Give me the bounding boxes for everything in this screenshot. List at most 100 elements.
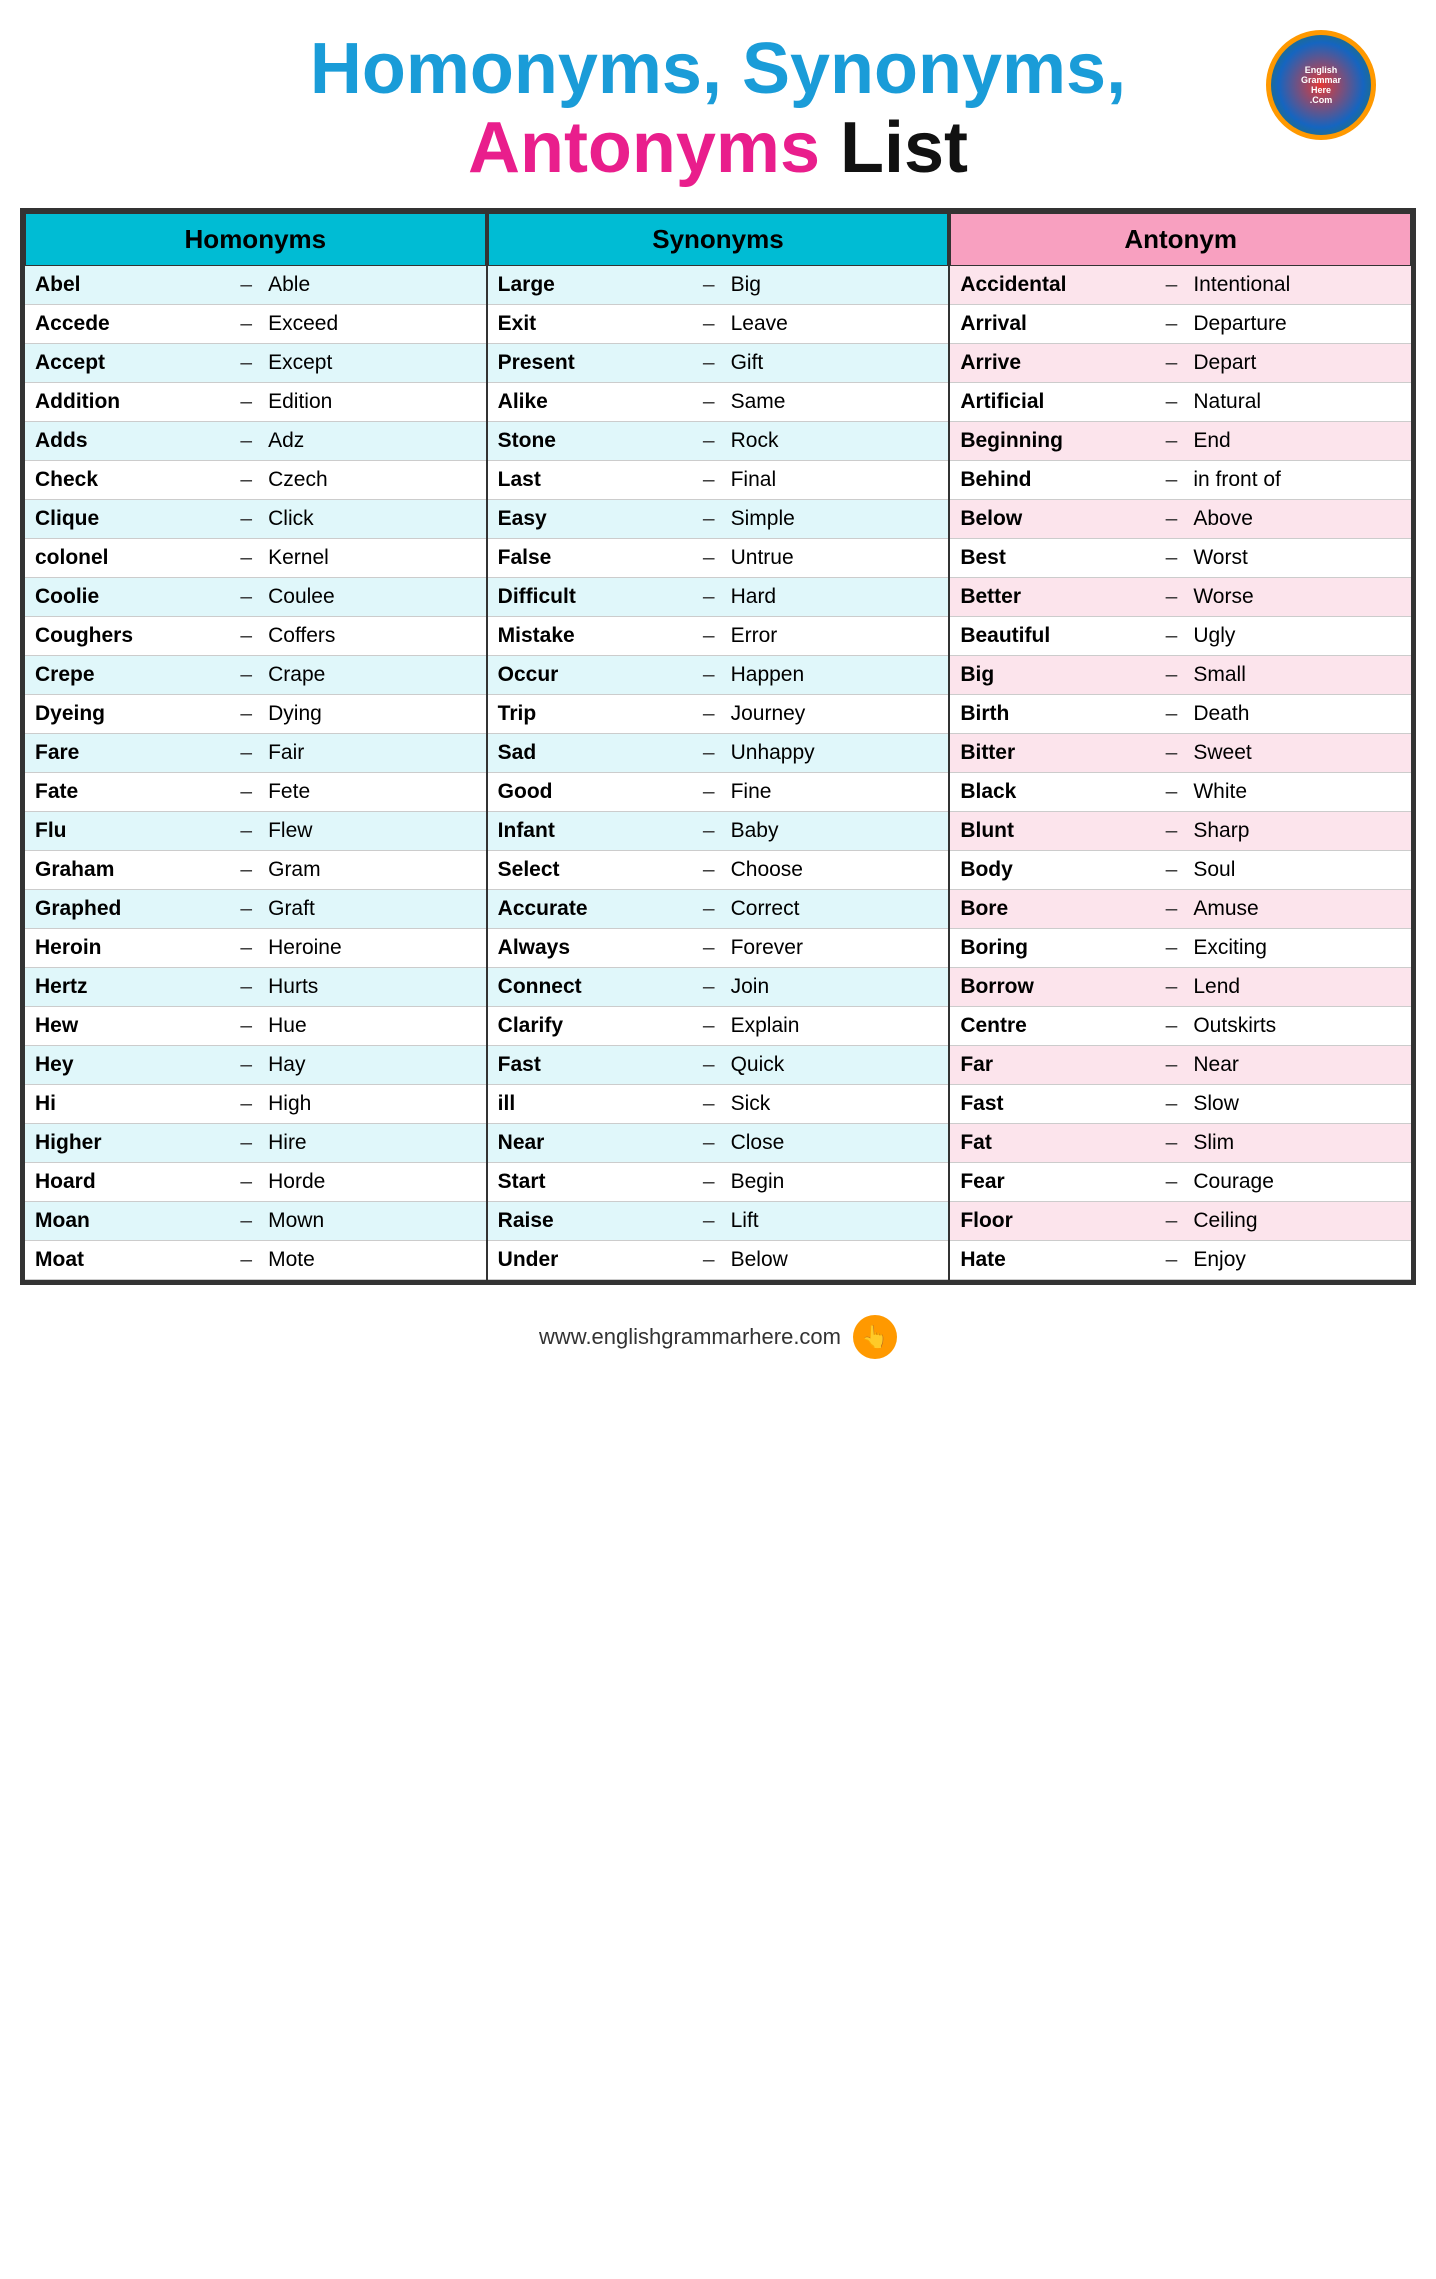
word-cell: Raise <box>488 1202 693 1241</box>
word-cell: Hoard <box>25 1163 230 1202</box>
dash-cell: – <box>693 422 721 461</box>
meaning-cell: Rock <box>721 422 949 461</box>
list-item: Beautiful–Ugly <box>950 617 1411 656</box>
meaning-cell: Hard <box>721 578 949 617</box>
dash-cell: – <box>693 305 721 344</box>
list-item: Stone–Rock <box>488 422 949 461</box>
word-cell: Bitter <box>950 734 1155 773</box>
word-cell: Birth <box>950 695 1155 734</box>
meaning-cell: Heroine <box>258 929 486 968</box>
list-item: Below–Above <box>950 500 1411 539</box>
word-cell: Artificial <box>950 383 1155 422</box>
word-cell: Centre <box>950 1007 1155 1046</box>
meaning-cell: Fete <box>258 773 486 812</box>
dash-cell: – <box>230 1085 258 1124</box>
homonyms-table: Abel–AbleAccede–ExceedAccept–ExceptAddit… <box>25 266 486 1280</box>
meaning-cell: Intentional <box>1183 266 1411 305</box>
list-item: Fear–Courage <box>950 1163 1411 1202</box>
word-cell: Dyeing <box>25 695 230 734</box>
meaning-cell: Hay <box>258 1046 486 1085</box>
dash-cell: – <box>230 968 258 1007</box>
dash-cell: – <box>230 305 258 344</box>
meaning-cell: Unhappy <box>721 734 949 773</box>
list-item: Exit–Leave <box>488 305 949 344</box>
meaning-cell: Simple <box>721 500 949 539</box>
dash-cell: – <box>693 500 721 539</box>
dash-cell: – <box>1156 812 1184 851</box>
meaning-cell: Soul <box>1183 851 1411 890</box>
word-cell: Far <box>950 1046 1155 1085</box>
meaning-cell: Slow <box>1183 1085 1411 1124</box>
word-cell: Accept <box>25 344 230 383</box>
list-item: Under–Below <box>488 1241 949 1280</box>
word-cell: Arrival <box>950 305 1155 344</box>
meaning-cell: Coulee <box>258 578 486 617</box>
dash-cell: – <box>230 461 258 500</box>
list-item: Crepe–Crape <box>25 656 486 695</box>
title-synonyms: Synonyms, <box>722 29 1126 109</box>
synonyms-header-cell: Synonyms <box>487 212 950 266</box>
word-cell: Clique <box>25 500 230 539</box>
list-item: Alike–Same <box>488 383 949 422</box>
meaning-cell: Czech <box>258 461 486 500</box>
meaning-cell: Dying <box>258 695 486 734</box>
word-cell: Graham <box>25 851 230 890</box>
meaning-cell: Depart <box>1183 344 1411 383</box>
list-item: colonel–Kernel <box>25 539 486 578</box>
dash-cell: – <box>693 890 721 929</box>
list-item: Bore–Amuse <box>950 890 1411 929</box>
word-cell: Behind <box>950 461 1155 500</box>
word-cell: Accede <box>25 305 230 344</box>
word-cell: Best <box>950 539 1155 578</box>
list-item: Mistake–Error <box>488 617 949 656</box>
meaning-cell: Enjoy <box>1183 1241 1411 1280</box>
list-item: Big–Small <box>950 656 1411 695</box>
meaning-cell: Final <box>721 461 949 500</box>
list-item: Moat–Mote <box>25 1241 486 1280</box>
word-cell: Trip <box>488 695 693 734</box>
meaning-cell: Amuse <box>1183 890 1411 929</box>
list-item: Present–Gift <box>488 344 949 383</box>
list-item: Trip–Journey <box>488 695 949 734</box>
word-cell: Start <box>488 1163 693 1202</box>
meaning-cell: Sick <box>721 1085 949 1124</box>
list-item: Far–Near <box>950 1046 1411 1085</box>
meaning-cell: Small <box>1183 656 1411 695</box>
list-item: Boring–Exciting <box>950 929 1411 968</box>
list-item: Bitter–Sweet <box>950 734 1411 773</box>
word-cell: Alike <box>488 383 693 422</box>
dash-cell: – <box>1156 929 1184 968</box>
meaning-cell: Begin <box>721 1163 949 1202</box>
dash-cell: – <box>693 1007 721 1046</box>
dash-cell: – <box>230 851 258 890</box>
list-item: Sad–Unhappy <box>488 734 949 773</box>
meaning-cell: Quick <box>721 1046 949 1085</box>
dash-cell: – <box>230 383 258 422</box>
word-cell: Better <box>950 578 1155 617</box>
homonyms-data: Abel–AbleAccede–ExceedAccept–ExceptAddit… <box>24 266 487 1281</box>
word-cell: Moan <box>25 1202 230 1241</box>
list-item: Occur–Happen <box>488 656 949 695</box>
list-item: Arrive–Depart <box>950 344 1411 383</box>
word-cell: Hey <box>25 1046 230 1085</box>
meaning-cell: High <box>258 1085 486 1124</box>
word-cell: Blunt <box>950 812 1155 851</box>
dash-cell: – <box>693 929 721 968</box>
dash-cell: – <box>693 734 721 773</box>
list-item: Fast–Slow <box>950 1085 1411 1124</box>
dash-cell: – <box>693 266 721 305</box>
dash-cell: – <box>1156 422 1184 461</box>
dash-cell: – <box>693 383 721 422</box>
word-cell: Coughers <box>25 617 230 656</box>
meaning-cell: Exciting <box>1183 929 1411 968</box>
word-cell: Always <box>488 929 693 968</box>
list-item: Always–Forever <box>488 929 949 968</box>
meaning-cell: Error <box>721 617 949 656</box>
dash-cell: – <box>230 539 258 578</box>
list-item: Hertz–Hurts <box>25 968 486 1007</box>
synonyms-data: Large–BigExit–LeavePresent–GiftAlike–Sam… <box>487 266 950 1281</box>
word-cell: Fat <box>950 1124 1155 1163</box>
list-item: Birth–Death <box>950 695 1411 734</box>
word-cell: Hate <box>950 1241 1155 1280</box>
dash-cell: – <box>1156 617 1184 656</box>
